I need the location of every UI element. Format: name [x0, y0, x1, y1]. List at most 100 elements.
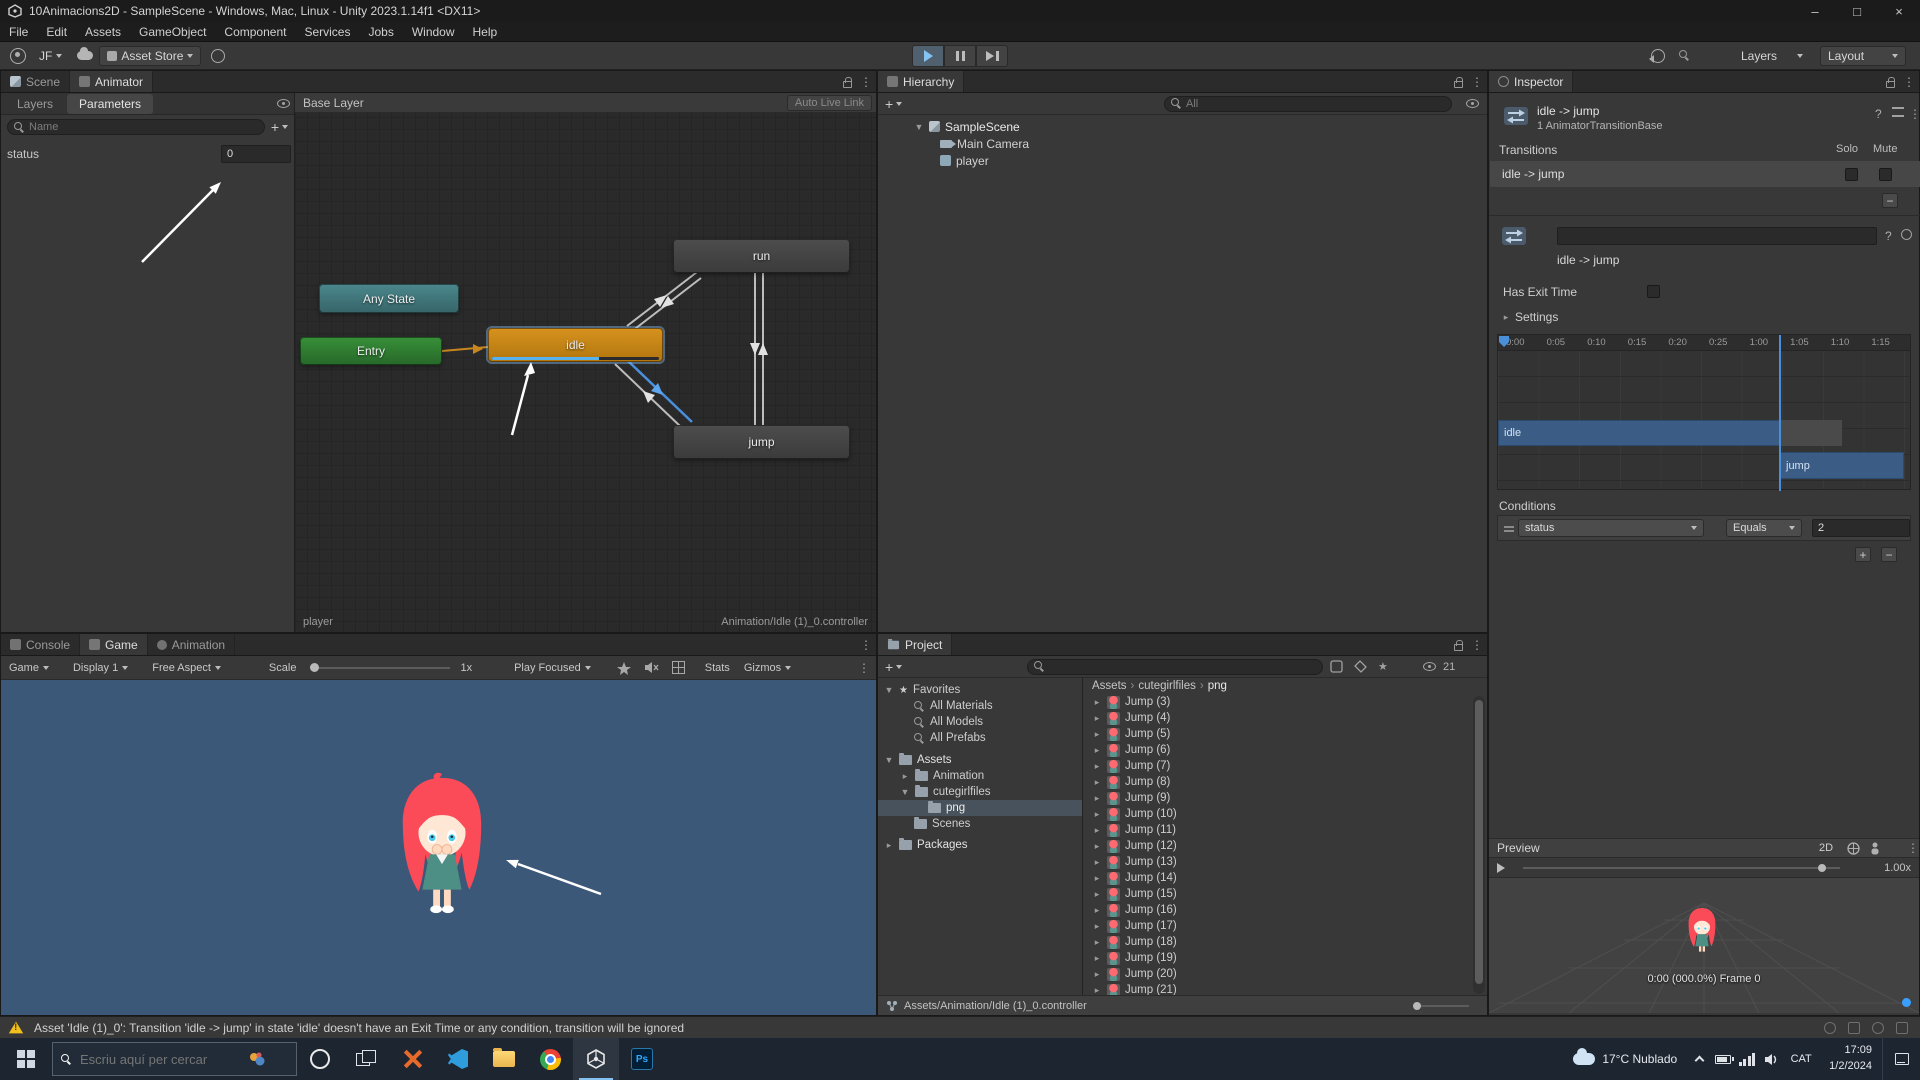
- visibility-eye-icon[interactable]: [277, 99, 290, 108]
- parameter-name[interactable]: status: [7, 147, 39, 161]
- vscode-icon[interactable]: [435, 1038, 481, 1080]
- game-viewport[interactable]: [1, 680, 876, 1015]
- play-focused-dropdown[interactable]: Play Focused: [514, 662, 591, 674]
- project-file-row[interactable]: ▸ Jump (17): [1084, 918, 1489, 934]
- transition-name-field[interactable]: [1557, 227, 1877, 245]
- weather-widget[interactable]: 17°C Nublado: [1563, 1052, 1687, 1066]
- menu-item[interactable]: File: [0, 22, 37, 41]
- condition-value-field[interactable]: 2: [1812, 519, 1910, 537]
- cloud-status-icon[interactable]: [1824, 1022, 1836, 1034]
- collab-status-icon[interactable]: [1848, 1022, 1860, 1034]
- hierarchy-search[interactable]: [1164, 96, 1452, 112]
- toolbar-menu-icon[interactable]: ⋮: [858, 661, 870, 675]
- saved-search-star-icon[interactable]: ★: [1378, 660, 1388, 673]
- expander-icon[interactable]: ▼: [884, 755, 894, 765]
- console-status-icon[interactable]: [1896, 1022, 1908, 1034]
- layout-dropdown[interactable]: Layout: [1820, 46, 1906, 66]
- tray-expand-chevron[interactable]: [1687, 1038, 1711, 1080]
- project-file-row[interactable]: ▸ Jump (12): [1084, 838, 1489, 854]
- transition-timeline[interactable]: 0:000:050:100:150:200:251:001:051:101:15…: [1497, 334, 1911, 490]
- add-condition-button[interactable]: +: [1855, 547, 1871, 562]
- project-file-row[interactable]: ▸ Jump (6): [1084, 742, 1489, 758]
- close-button[interactable]: ×: [1878, 0, 1920, 22]
- hierarchy-row[interactable]: player: [878, 152, 1487, 169]
- pause-button[interactable]: [944, 45, 976, 67]
- account-avatar-icon[interactable]: [10, 48, 26, 64]
- tab-project[interactable]: Project: [878, 634, 952, 655]
- expander-icon[interactable]: ▸: [884, 840, 894, 851]
- taskbar-search-input[interactable]: [80, 1052, 240, 1067]
- tab-inspector[interactable]: Inspector: [1489, 71, 1573, 92]
- frame-debugger-icon[interactable]: [617, 661, 631, 675]
- favorites-root[interactable]: ▼ ★ Favorites: [878, 682, 1082, 698]
- hierarchy-row-scene[interactable]: ▼ SampleScene: [878, 118, 1487, 135]
- tab-game[interactable]: Game: [80, 634, 148, 655]
- search-icon[interactable]: [1679, 50, 1690, 61]
- animator-graph[interactable]: Base Layer Auto Live Link run Any: [295, 93, 876, 632]
- tab-parameters[interactable]: Parameters: [67, 94, 153, 114]
- expander-icon[interactable]: ▸: [1092, 729, 1102, 740]
- project-file-row[interactable]: ▸ Jump (19): [1084, 950, 1489, 966]
- menu-item[interactable]: Help: [464, 22, 507, 41]
- expander-icon[interactable]: ▸: [900, 771, 910, 782]
- remove-condition-button[interactable]: −: [1881, 547, 1897, 562]
- condition-parameter-dropdown[interactable]: status: [1518, 519, 1704, 537]
- parameter-search[interactable]: [7, 119, 265, 135]
- presets-icon[interactable]: [1892, 107, 1904, 117]
- lock-icon[interactable]: [1454, 81, 1463, 88]
- expander-icon[interactable]: ▼: [900, 787, 910, 797]
- project-file-row[interactable]: ▸ Jump (11): [1084, 822, 1489, 838]
- unity-taskbar-icon[interactable]: [573, 1038, 619, 1080]
- project-file-row[interactable]: ▸ Jump (20): [1084, 966, 1489, 982]
- axis-gizmo-icon[interactable]: [1847, 842, 1860, 855]
- state-node-any-state[interactable]: Any State: [319, 284, 459, 313]
- expander-icon[interactable]: ▸: [1092, 697, 1102, 708]
- folder-row-scenes[interactable]: Scenes: [878, 816, 1082, 832]
- taskbar-search-box[interactable]: [52, 1042, 297, 1076]
- favorites-item[interactable]: All Models: [878, 714, 1082, 730]
- chrome-icon[interactable]: [527, 1038, 573, 1080]
- status-message[interactable]: Asset 'Idle (1)_0': Transition 'idle -> …: [34, 1021, 684, 1035]
- cloud-icon[interactable]: [77, 51, 93, 60]
- help-icon[interactable]: ?: [1875, 107, 1882, 121]
- volume-icon[interactable]: [1759, 1038, 1783, 1080]
- state-node-run[interactable]: run: [673, 239, 850, 273]
- scale-slider-track[interactable]: [310, 667, 450, 669]
- condition-operator-dropdown[interactable]: Equals: [1726, 519, 1802, 537]
- stats-toggle[interactable]: Stats: [705, 662, 730, 674]
- favorites-item[interactable]: All Prefabs: [878, 730, 1082, 746]
- project-file-row[interactable]: ▸ Jump (15): [1084, 886, 1489, 902]
- gizmos-dropdown[interactable]: Gizmos: [744, 662, 791, 674]
- layers-dropdown[interactable]: Layers: [1734, 46, 1810, 66]
- clock-widget[interactable]: 17:09 1/2/2024: [1819, 1043, 1882, 1075]
- create-object-button[interactable]: +: [878, 96, 902, 112]
- preview-label[interactable]: Preview: [1489, 841, 1540, 855]
- expander-icon[interactable]: ▸: [1092, 905, 1102, 916]
- undo-history-icon[interactable]: [1651, 49, 1665, 63]
- timeline-bar-idle[interactable]: idle: [1498, 420, 1780, 446]
- transition-list-row[interactable]: idle -> jump: [1490, 161, 1920, 187]
- scene-visibility-icon[interactable]: [1466, 99, 1479, 108]
- menu-item[interactable]: Jobs: [359, 22, 402, 41]
- gear-icon[interactable]: [1901, 229, 1912, 240]
- preview-play-button[interactable]: [1497, 863, 1505, 873]
- status-bar[interactable]: Asset 'Idle (1)_0': Transition 'idle -> …: [0, 1016, 1920, 1038]
- timeline-bar-jump[interactable]: jump: [1780, 452, 1904, 479]
- asset-store-button[interactable]: Asset Store: [99, 46, 201, 66]
- drag-handle-icon[interactable]: [1504, 524, 1514, 532]
- favorites-item[interactable]: All Materials: [878, 698, 1082, 714]
- expander-icon[interactable]: ▸: [1092, 825, 1102, 836]
- project-search-input[interactable]: [1049, 661, 1316, 673]
- breadcrumb-crumb[interactable]: cutegirlfiles: [1138, 680, 1196, 692]
- lock-icon[interactable]: [843, 81, 852, 88]
- menu-item[interactable]: Services: [295, 22, 359, 41]
- menu-item[interactable]: Edit: [37, 22, 76, 41]
- start-button[interactable]: [0, 1038, 52, 1080]
- circle-app-icon[interactable]: [297, 1038, 343, 1080]
- expander-icon[interactable]: ▸: [1092, 745, 1102, 756]
- step-button[interactable]: [976, 45, 1008, 67]
- mute-audio-icon[interactable]: [644, 661, 659, 674]
- breadcrumb-crumb[interactable]: Assets: [1092, 680, 1127, 692]
- aspect-ratio-dropdown[interactable]: Free Aspect: [152, 662, 221, 674]
- remove-transition-button[interactable]: −: [1882, 193, 1898, 208]
